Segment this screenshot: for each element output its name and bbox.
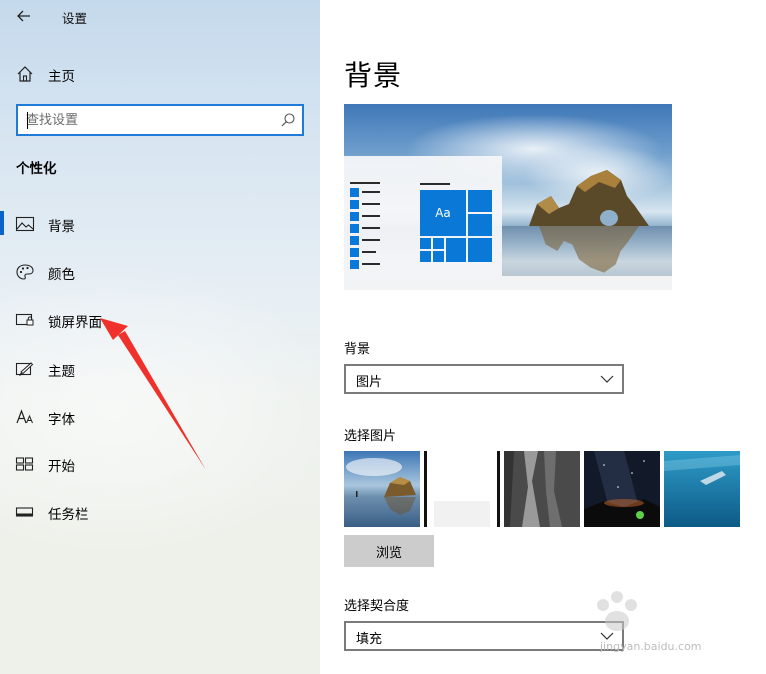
preview-app-line — [362, 227, 380, 229]
palette-icon — [16, 264, 34, 280]
preview-app-icon — [350, 212, 359, 221]
app-title: 设置 — [62, 11, 88, 26]
picture-thumbnails — [344, 451, 744, 527]
title-bar: 设置 — [0, 0, 320, 34]
home-icon — [17, 66, 33, 82]
thumbnail-night-sky[interactable] — [584, 451, 660, 527]
baidu-paw-watermark-icon — [597, 591, 637, 631]
theme-brush-icon — [15, 362, 34, 376]
sidebar-item-label: 锁屏界面 — [48, 315, 102, 331]
sidebar: 设置 主页 个性化 背景 颜色 — [0, 0, 320, 674]
fit-dropdown[interactable]: 填充 — [344, 621, 624, 651]
preview-app-icon — [350, 260, 359, 269]
background-preview: Aa — [344, 104, 672, 290]
home-nav-item[interactable]: 主页 — [0, 60, 320, 88]
thumbnail-rock-wall[interactable] — [504, 451, 580, 527]
page-title: 背景 — [344, 59, 403, 92]
back-button[interactable] — [10, 4, 38, 28]
preview-app-line — [362, 251, 376, 253]
preview-tile — [433, 238, 444, 249]
sidebar-item-label: 字体 — [48, 412, 75, 428]
start-grid-icon — [15, 457, 34, 471]
sidebar-item-lock-screen[interactable]: 锁屏界面 — [0, 305, 320, 335]
white-image — [424, 451, 500, 527]
choose-picture-label: 选择图片 — [344, 429, 397, 444]
sidebar-item-background[interactable]: 背景 — [0, 209, 320, 239]
sidebar-item-label: 背景 — [48, 219, 75, 235]
preview-app-icon — [350, 200, 359, 209]
preview-app-line — [362, 203, 380, 205]
preview-tile — [420, 238, 431, 249]
preview-tile-aa: Aa — [420, 190, 466, 236]
preview-tile — [446, 238, 466, 262]
sidebar-item-label: 主题 — [48, 364, 75, 380]
sidebar-item-themes[interactable]: 主题 — [0, 354, 320, 384]
preview-tile — [433, 251, 444, 262]
search-box[interactable] — [16, 104, 304, 136]
watermark-text: jingyan.baidu.com — [600, 640, 702, 653]
sidebar-item-label: 开始 — [48, 459, 75, 475]
sidebar-item-taskbar[interactable]: 任务栏 — [0, 497, 320, 527]
search-icon[interactable] — [280, 112, 296, 128]
background-label: 背景 — [344, 342, 371, 357]
home-label: 主页 — [48, 69, 75, 85]
preview-tile — [468, 190, 492, 212]
preview-app-line — [362, 215, 380, 217]
preview-header-line — [350, 182, 380, 184]
active-indicator — [0, 211, 4, 235]
preview-app-line — [362, 263, 380, 265]
preview-tile — [468, 238, 492, 262]
dropdown-value: 填充 — [356, 632, 383, 647]
preview-rock — [529, 170, 649, 226]
beach-image — [344, 451, 420, 527]
underwater-image — [664, 451, 740, 527]
preview-app-icon — [350, 224, 359, 233]
sidebar-item-label: 任务栏 — [48, 507, 89, 523]
rock-wall-image — [504, 451, 580, 527]
sidebar-item-start[interactable]: 开始 — [0, 449, 320, 479]
font-icon — [16, 409, 33, 424]
preview-app-line — [362, 239, 380, 241]
preview-tile — [420, 251, 431, 262]
thumbnail-white[interactable] — [424, 451, 500, 527]
chevron-down-icon — [600, 375, 614, 383]
preview-app-line — [362, 191, 380, 193]
text-caret — [27, 112, 28, 129]
back-arrow-icon — [17, 10, 30, 22]
background-type-dropdown[interactable]: 图片 — [344, 364, 624, 394]
search-input[interactable] — [26, 111, 276, 129]
preview-tile — [468, 214, 492, 236]
preview-taskbar-strip — [344, 276, 672, 290]
fit-label: 选择契合度 — [344, 599, 410, 614]
picture-icon — [15, 216, 35, 232]
sidebar-item-label: 颜色 — [48, 267, 75, 283]
preview-app-icon — [350, 236, 359, 245]
preview-rock-reflection — [539, 226, 639, 273]
preview-app-icon — [350, 248, 359, 257]
lock-screen-icon — [15, 313, 34, 326]
thumbnail-beach[interactable] — [344, 451, 420, 527]
preview-app-icon — [350, 188, 359, 197]
section-title: 个性化 — [16, 161, 57, 177]
preview-header-line — [420, 183, 450, 185]
taskbar-icon — [15, 507, 34, 517]
sidebar-item-fonts[interactable]: 字体 — [0, 402, 320, 432]
annotation-arrow — [100, 318, 206, 470]
thumbnail-underwater[interactable] — [664, 451, 740, 527]
sidebar-item-colors[interactable]: 颜色 — [0, 257, 320, 287]
night-sky-image — [584, 451, 660, 527]
preview-start-menu: Aa — [344, 156, 502, 276]
main-content: 背景 Aa 背景 图片 选择图片 浏览 选择契合度 填充 — [320, 0, 766, 674]
dropdown-value: 图片 — [356, 375, 383, 390]
browse-button[interactable]: 浏览 — [344, 535, 434, 567]
